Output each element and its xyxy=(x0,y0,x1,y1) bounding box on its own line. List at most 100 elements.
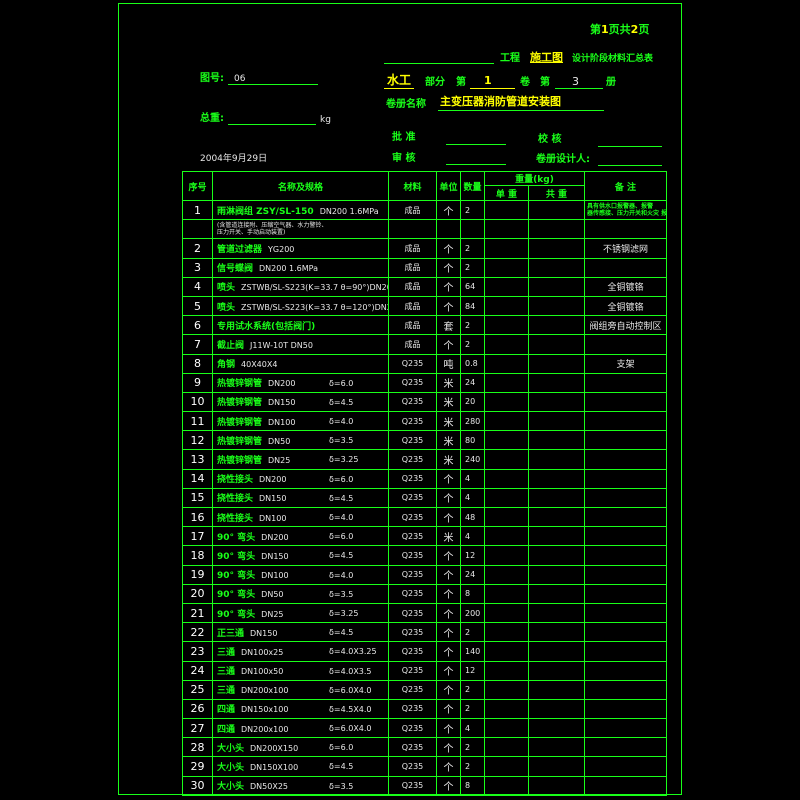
row-total-weight xyxy=(528,468,585,489)
row-total-weight xyxy=(528,411,585,432)
row-unit-weight xyxy=(484,449,529,470)
row-spec: ZSTWB/SL-S223(K=33.7 θ=90°)DN20 xyxy=(241,283,389,293)
row-unit: 米 xyxy=(436,449,461,470)
col-weight-header: 重量(kg) xyxy=(484,171,585,186)
row-name-text: 角钢 xyxy=(217,360,236,371)
row-no: 3 xyxy=(182,257,213,278)
row-unit-weight xyxy=(484,219,529,240)
row-thickness: δ=6.0 xyxy=(329,532,354,542)
row-remark: 全铜镀铬 xyxy=(584,276,667,297)
row-spec: DN50 xyxy=(261,590,284,600)
table-row: 22 正三通 DN150 δ=4.5 Q235 个 2 xyxy=(182,622,667,643)
row-material: Q235 xyxy=(388,679,437,700)
table-row: 28 大小头 DN200X150 δ=6.0 Q235 个 2 xyxy=(182,737,667,758)
col-name-header: 名称及规格 xyxy=(212,171,389,201)
row-no: 22 xyxy=(182,622,213,643)
row-spec: DN100 xyxy=(268,417,296,427)
row-material: Q235 xyxy=(388,660,437,681)
row-total-weight xyxy=(528,583,585,604)
table-row: 9 热镀锌钢管 DN200 δ=6.0 Q235 米 24 xyxy=(182,372,667,393)
row-no: 1 xyxy=(182,199,213,221)
row-remark xyxy=(584,391,667,413)
row-no: 30 xyxy=(182,775,213,796)
row-spec: DN100x50 xyxy=(241,667,284,677)
check-underline xyxy=(598,146,662,147)
row-no: 15 xyxy=(182,487,213,509)
row-total-weight xyxy=(528,199,585,221)
row-name-text: 三通 xyxy=(217,686,236,697)
row-qty: 240 xyxy=(460,449,485,470)
row-thickness: δ=3.5 xyxy=(329,589,354,599)
row-unit: 个 xyxy=(436,468,461,489)
row-name: 90° 弯头 DN25 δ=3.25 xyxy=(212,602,389,624)
book-suffix: 册 xyxy=(606,77,616,88)
row-unit-weight xyxy=(484,718,529,739)
row-material: Q235 xyxy=(388,718,437,739)
row-unit-weight xyxy=(484,775,529,796)
row-spec: DN200x100 xyxy=(241,686,289,696)
row-thickness: δ=6.0 xyxy=(329,743,354,753)
table-row: 13 热镀锌钢管 DN25 δ=3.25 Q235 米 240 xyxy=(182,449,667,470)
discipline-underline xyxy=(384,88,414,89)
row-total-weight xyxy=(528,334,585,355)
row-no: 25 xyxy=(182,679,213,700)
row-total-weight xyxy=(528,602,585,624)
row-thickness: δ=4.5 xyxy=(329,762,354,772)
book-underline xyxy=(555,88,603,89)
summary-title: 设计阶段材料汇总表 xyxy=(572,54,654,64)
row-unit-weight xyxy=(484,315,529,336)
row-material: Q235 xyxy=(388,641,437,662)
row-total-weight xyxy=(528,641,585,662)
row-remark-text: 全铜镀铬 xyxy=(607,302,644,313)
row-qty: 64 xyxy=(460,276,485,297)
volume-mid: 卷 xyxy=(520,77,530,88)
book-label: 第 xyxy=(540,77,550,88)
designer-label: 卷册设计人: xyxy=(536,154,590,165)
project-label: 工程 xyxy=(500,53,520,64)
row-unit-weight xyxy=(484,583,529,604)
row-name-text: 大小头 xyxy=(217,743,245,754)
row-unit: 个 xyxy=(436,718,461,739)
row-remark: 全铜镀铬 xyxy=(584,295,667,317)
row-spec: DN150 xyxy=(259,494,287,504)
table-row: 30 大小头 DN50X25 δ=3.5 Q235 个 8 xyxy=(182,775,667,796)
row-qty: 280 xyxy=(460,411,485,432)
table-row: 8 角钢 40X40X4 Q235 吨 0.8 支架 xyxy=(182,353,667,374)
row-name-text: 四通 xyxy=(217,724,236,735)
row-material: Q235 xyxy=(388,487,437,509)
row-thickness: δ=4.5 xyxy=(329,397,354,407)
row-total-weight xyxy=(528,315,585,336)
row-remark xyxy=(584,660,667,681)
row-name-text: 截止阀 xyxy=(217,340,245,351)
row-unit-weight xyxy=(484,430,529,451)
row-no: 4 xyxy=(182,276,213,297)
row-thickness: δ=4.0X3.5 xyxy=(329,666,372,676)
row-name: 热镀锌钢管 DN25 δ=3.25 xyxy=(212,449,389,470)
row-name: (含管道连接附、压缩空气器、水力警铃、 压力开关、手动启动装置) xyxy=(212,219,389,240)
row-name: 管道过滤器 YG200 xyxy=(212,238,389,259)
row-thickness: δ=4.0X3.25 xyxy=(329,647,377,657)
row-qty: 4 xyxy=(460,487,485,509)
row-name: 专用试水系统(包括阀门) xyxy=(212,315,389,336)
row-unit: 米 xyxy=(436,391,461,413)
row-spec: YG200 xyxy=(268,244,295,254)
row-unit-weight xyxy=(484,526,529,547)
designer-underline xyxy=(598,165,662,166)
row-unit: 套 xyxy=(436,315,461,336)
row-no: 26 xyxy=(182,698,213,720)
row-material: 成品 xyxy=(388,257,437,278)
row-spec: DN150 xyxy=(261,551,289,561)
row-unit-weight xyxy=(484,257,529,278)
table-row: 16 挠性接头 DN100 δ=4.0 Q235 个 48 xyxy=(182,506,667,528)
row-qty: 4 xyxy=(460,468,485,489)
row-unit-weight xyxy=(484,506,529,528)
row-remark xyxy=(584,526,667,547)
col-qty-header: 数量 xyxy=(460,171,485,201)
row-unit: 个 xyxy=(436,295,461,317)
row-spec: DN100 xyxy=(261,571,289,581)
row-total-weight xyxy=(528,756,585,777)
row-no: 28 xyxy=(182,737,213,758)
row-remark-text: 不锈钢滤网 xyxy=(602,244,648,255)
row-total-weight xyxy=(528,622,585,643)
row-thickness: δ=6.0X4.0 xyxy=(329,724,372,734)
